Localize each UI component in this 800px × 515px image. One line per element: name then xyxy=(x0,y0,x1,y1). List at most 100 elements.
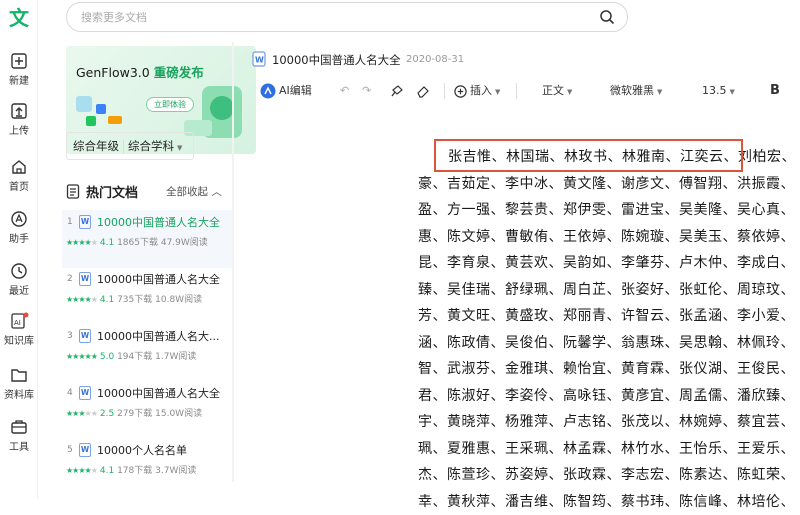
doc-title[interactable]: 10000中国普通人名大... xyxy=(97,328,231,344)
rating-stars-icon: ★★★★★ xyxy=(66,466,97,475)
document-line: 宇、黄晓萍、杨雅萍、卢志铭、张茂以、林婉婷、蔡宜芸、 xyxy=(418,409,800,436)
hot-doc-item[interactable]: 1W10000中国普通人名大全★★★★★4.1 1865下载 47.9W阅读 xyxy=(62,210,232,268)
search-input[interactable] xyxy=(81,8,581,26)
filter-grade[interactable]: 综合年级 xyxy=(73,139,119,153)
svg-text:AI: AI xyxy=(14,319,21,327)
document-line: 盈、方一强、黎芸贵、郑伊雯、雷进宝、吴美隆、吴心真、 xyxy=(418,197,800,224)
caret-down-icon: ▼ xyxy=(657,88,662,96)
doc-downloads: 1865下载 xyxy=(117,238,158,248)
rail-home-label: 首页 xyxy=(9,182,29,193)
grade-subject-filter[interactable]: 综合年级综合学科▼ xyxy=(66,132,194,160)
sidebar-scrollbar[interactable] xyxy=(232,42,234,482)
editor-toolbar: AI编辑 ↶ ↷ 插入▼ 正文▼ 微软雅黑▼ 13.5▼ B xyxy=(252,78,800,104)
doc-rating: 4.1 xyxy=(100,238,114,248)
highlight-annotation-box xyxy=(434,139,743,172)
insert-label: 插入 xyxy=(470,84,492,97)
banner-try-button[interactable]: 立即体验 xyxy=(146,97,194,112)
redo-icon[interactable]: ↷ xyxy=(362,78,371,104)
doc-rank: 1 xyxy=(67,217,73,227)
document-title: 10000中国普通人名大全 xyxy=(272,52,401,68)
rating-stars-icon: ★★★★★ xyxy=(66,409,97,418)
folder-icon xyxy=(10,366,28,384)
hot-doc-item[interactable]: 4W10000中国普通人名大全★★★★★2.5 279下载 15.0W阅读 xyxy=(62,381,232,439)
rail-library[interactable]: 资料库 xyxy=(0,366,38,401)
search-icon[interactable] xyxy=(599,9,615,25)
paragraph-style-value: 正文 xyxy=(542,84,564,97)
rail-knowledge[interactable]: AI 知识库 xyxy=(0,312,38,347)
rail-new[interactable]: 新建 xyxy=(0,52,38,87)
font-family-value: 微软雅黑 xyxy=(610,84,654,97)
document-line: 昆、李育泉、黄芸欢、吴韵如、李肇芬、卢木仲、李成白、 xyxy=(418,250,800,277)
ai-edit-label: AI编辑 xyxy=(279,84,312,97)
hot-doc-item[interactable]: 5W10000个人名名单★★★★★4.1 178下载 3.7W阅读 xyxy=(62,438,232,496)
svg-text:W: W xyxy=(255,56,264,65)
document-line: 豪、吉茹定、李中冰、黄文隆、谢彦文、傅智翔、洪振霞、 xyxy=(418,171,800,198)
undo-icon[interactable]: ↶ xyxy=(340,78,349,104)
rail-tools-label: 工具 xyxy=(9,442,29,453)
font-size-value: 13.5 xyxy=(702,84,727,97)
doc-title[interactable]: 10000中国普通人名大全 xyxy=(97,385,231,401)
doc-title[interactable]: 10000中国普通人名大全 xyxy=(97,271,231,287)
rail-tools[interactable]: 工具 xyxy=(0,418,38,453)
document-line: 臻、吴佳瑞、舒绿珮、周白芷、张姿好、张虹伦、周琼玟、 xyxy=(418,277,800,304)
collapse-all-button[interactable]: 全部收起 ︿ xyxy=(166,184,222,199)
doc-downloads: 194下载 xyxy=(117,352,152,362)
clock-icon xyxy=(10,262,28,280)
caret-down-icon: ▼ xyxy=(730,88,735,96)
doc-reads: 47.9W阅读 xyxy=(161,238,208,248)
plus-circle-icon xyxy=(454,85,467,98)
doc-title[interactable]: 10000中国普通人名大全 xyxy=(97,214,231,230)
rail-recent-label: 最近 xyxy=(9,286,29,297)
doc-reads: 15.0W阅读 xyxy=(155,409,202,419)
word-doc-icon: W xyxy=(252,51,266,67)
document-line: 珮、夏雅惠、王采珮、林孟霖、林竹水、王怡乐、王爱乐、 xyxy=(418,436,800,463)
app-logo[interactable]: 文 xyxy=(7,6,31,30)
doc-rank: 2 xyxy=(67,274,73,284)
document-line: 芳、黄文旺、黄盛玫、郑丽青、许智云、张孟涵、李小爱、 xyxy=(418,303,800,330)
doc-meta: ★★★★★4.1 178下载 3.7W阅读 xyxy=(66,463,196,476)
doc-rating: 2.5 xyxy=(100,409,114,419)
toolbar-divider xyxy=(516,83,517,99)
paragraph-style-dropdown[interactable]: 正文▼ xyxy=(542,78,572,104)
doc-meta: ★★★★★5.0 194下载 1.7W阅读 xyxy=(66,349,196,362)
caret-down-icon: ▼ xyxy=(567,88,572,96)
document-date: 2020-08-31 xyxy=(406,54,464,65)
home-icon xyxy=(10,158,28,176)
doc-meta: ★★★★★2.5 279下载 15.0W阅读 xyxy=(66,406,202,419)
word-doc-icon: W xyxy=(79,386,91,400)
rail-upload-label: 上传 xyxy=(9,126,29,137)
document-line: 幸、黄秋萍、潘吉维、陈智筠、蔡书玮、陈信峰、林培伦、 xyxy=(418,489,800,515)
doc-rating: 5.0 xyxy=(100,352,114,362)
toolbar-divider xyxy=(444,83,445,99)
ai-knowledge-icon: AI xyxy=(8,312,30,330)
word-doc-icon: W xyxy=(79,272,91,286)
hot-doc-item[interactable]: 3W10000中国普通人名大...★★★★★5.0 194下载 1.7W阅读 xyxy=(62,324,232,382)
rail-upload[interactable]: 上传 xyxy=(0,102,38,137)
eraser-icon[interactable] xyxy=(416,78,430,104)
document-body[interactable]: 张吉惟、林国瑞、林玫书、林雅南、江奕云、刘柏宏、豪、吉茹定、李中冰、黄文隆、谢彦… xyxy=(418,144,800,515)
upload-icon xyxy=(10,102,28,120)
rail-assistant[interactable]: 助手 xyxy=(0,210,38,245)
ai-edit-button[interactable]: AI编辑 xyxy=(260,78,312,104)
bold-button[interactable]: B xyxy=(770,78,780,104)
rating-stars-icon: ★★★★★ xyxy=(66,352,97,361)
rating-stars-icon: ★★★★★ xyxy=(66,295,97,304)
banner-title-highlight: 重磅发布 xyxy=(154,65,204,80)
document-line: 杰、陈萱珍、苏姿婷、张政霖、李志宏、陈素达、陈虹荣、 xyxy=(418,462,800,489)
doc-title[interactable]: 10000个人名名单 xyxy=(97,442,231,458)
rail-new-label: 新建 xyxy=(9,76,29,87)
document-line: 君、陈淑好、李姿伶、高咏钰、黄彦宜、周孟儒、潘欣臻、 xyxy=(418,383,800,410)
rail-recent[interactable]: 最近 xyxy=(0,262,38,297)
doc-downloads: 279下载 xyxy=(117,409,152,419)
doc-downloads: 178下载 xyxy=(117,466,152,476)
chevron-up-icon: ︿ xyxy=(211,186,222,198)
caret-down-icon: ▼ xyxy=(495,88,500,96)
rail-home[interactable]: 首页 xyxy=(0,158,38,193)
rating-stars-icon: ★★★★★ xyxy=(66,238,97,247)
font-family-dropdown[interactable]: 微软雅黑▼ xyxy=(610,78,662,104)
hot-doc-item[interactable]: 2W10000中国普通人名大全★★★★★4.1 735下载 10.8W阅读 xyxy=(62,267,232,325)
filter-subject[interactable]: 综合学科 xyxy=(128,139,174,153)
format-painter-icon[interactable] xyxy=(390,78,404,104)
font-size-dropdown[interactable]: 13.5▼ xyxy=(702,78,735,104)
insert-dropdown[interactable]: 插入▼ xyxy=(454,78,500,104)
